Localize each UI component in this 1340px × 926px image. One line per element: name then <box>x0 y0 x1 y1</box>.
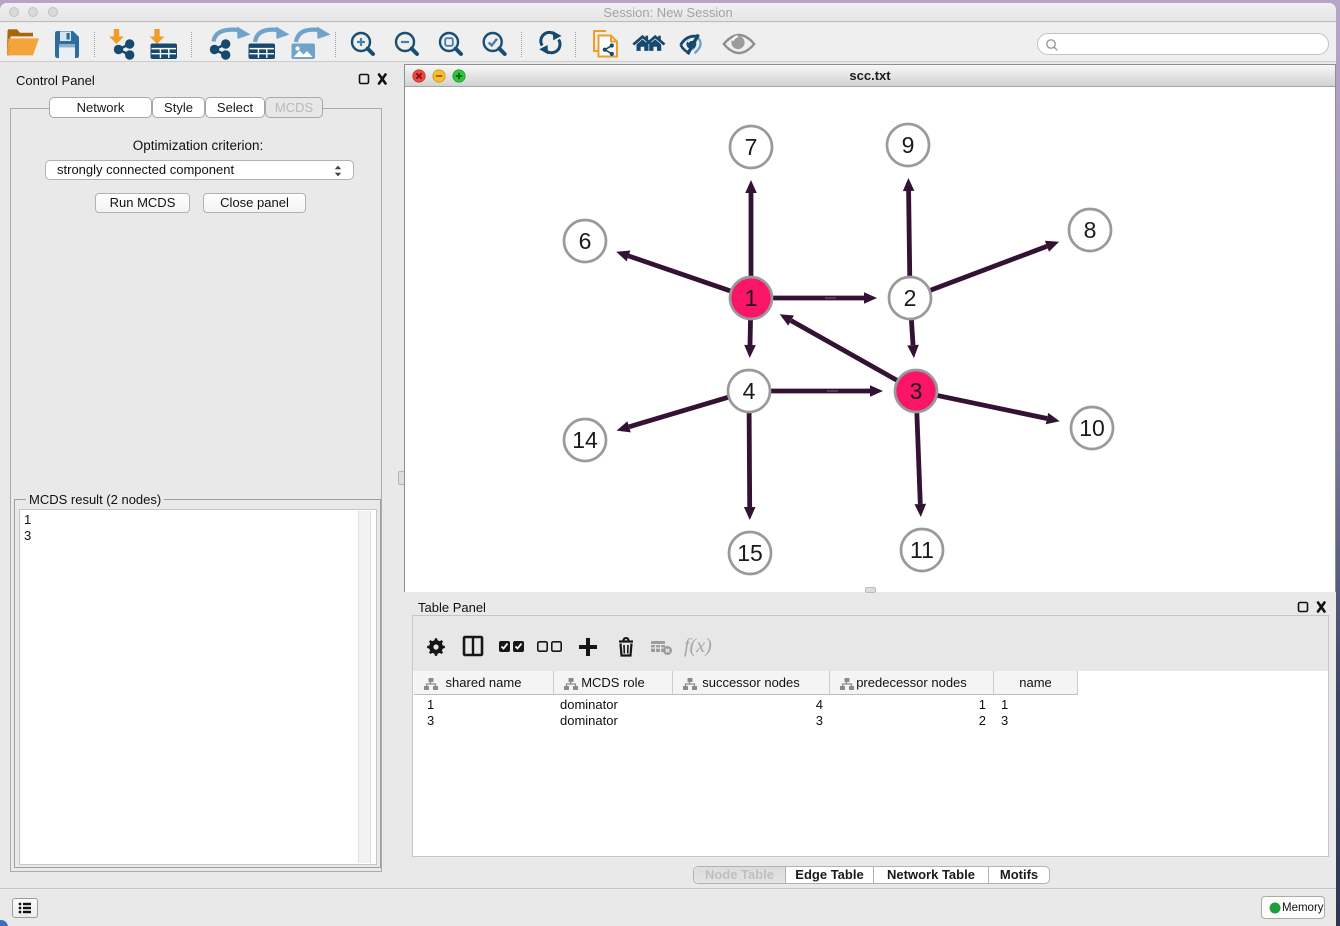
svg-text:4: 4 <box>743 378 756 404</box>
svg-text:9: 9 <box>902 132 915 158</box>
svg-text:1: 1 <box>745 285 758 311</box>
svg-text:14: 14 <box>572 427 598 453</box>
svg-text:2: 2 <box>904 285 917 311</box>
svg-text:7: 7 <box>745 134 758 160</box>
svg-text:6: 6 <box>579 228 592 254</box>
svg-text:15: 15 <box>737 540 763 566</box>
svg-text:11: 11 <box>910 537 934 563</box>
svg-text:8: 8 <box>1084 217 1097 243</box>
svg-text:10: 10 <box>1079 415 1105 441</box>
svg-text:3: 3 <box>910 378 923 404</box>
